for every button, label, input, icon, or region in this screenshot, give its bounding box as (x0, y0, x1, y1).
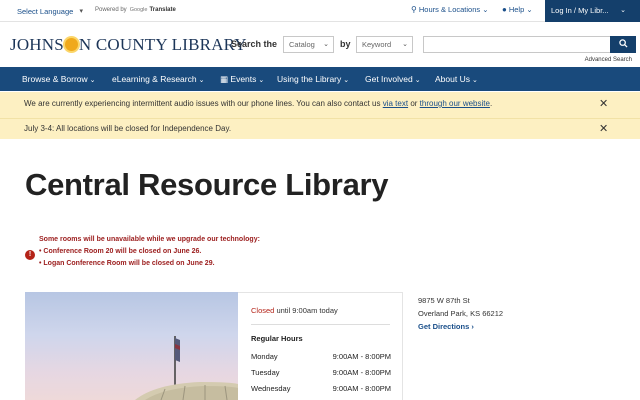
chevron-right-icon: › (471, 322, 474, 331)
language-select-label: Select Language (17, 7, 74, 16)
notice-line: • Conference Room 20 will be closed on J… (39, 248, 202, 255)
nav-label: eLearning & Research (112, 74, 197, 84)
chevron-down-icon: ▾ (79, 8, 83, 15)
nav-get-involved[interactable]: Get Involved ⌄ (365, 67, 421, 91)
keyword-select[interactable]: Keyword ⌄ (356, 36, 413, 53)
hours-locations-link[interactable]: ⚲ Hours & Locations ⌄ (411, 5, 489, 14)
library-address: 9875 W 87th St Overland Park, KS 66212 (418, 294, 503, 320)
nav-label: Using the Library (277, 74, 342, 84)
logo-text-left: JOHNS (10, 35, 64, 54)
nav-label: Events (230, 74, 257, 84)
logo-text-right: N COUNTY LIBRARY (78, 35, 247, 54)
alert-text: We are currently experiencing intermitte… (24, 99, 381, 108)
room-notice: Some rooms will be unavailable while we … (39, 234, 260, 270)
alert-text: . (489, 99, 493, 108)
chevron-down-icon: ⌄ (471, 77, 478, 84)
hours-row: Wednesday 9:00AM - 8:00PM (251, 384, 391, 393)
nav-label: Browse & Borrow (22, 74, 88, 84)
calendar-icon: ▦ (220, 74, 231, 84)
via-text-link[interactable]: via text (383, 99, 408, 108)
help-link[interactable]: ● Help ⌄ (502, 5, 533, 14)
search-label: Search the (231, 39, 278, 49)
hours-row: Monday 9:00AM - 8:00PM (251, 352, 391, 361)
library-building-illustration (135, 336, 238, 400)
main-nav: Browse & Borrow ⌄ eLearning & Research ⌄ ▦… (0, 67, 640, 91)
search-button[interactable] (610, 36, 636, 53)
alert-phone-issues: We are currently experiencing intermitte… (0, 92, 640, 118)
alert-text: or (410, 99, 418, 108)
close-icon[interactable]: ✕ (599, 119, 608, 139)
by-label: by (340, 39, 351, 49)
map-pin-icon: ⚲ (411, 5, 417, 14)
chevron-down-icon: ⌄ (258, 77, 265, 84)
open-status: Closed until 9:00am today (251, 306, 338, 315)
chevron-down-icon: ⌄ (480, 5, 489, 14)
notice-line: Some rooms will be unavailable while we … (39, 236, 260, 243)
powered-by-label: Powered by (95, 7, 127, 13)
powered-by-google-translate: Powered by Google Translate (95, 7, 176, 13)
nav-browse-borrow[interactable]: Browse & Borrow ⌄ (22, 67, 96, 91)
chevron-down-icon: ⌄ (323, 41, 329, 48)
site-header: JOHNS N COUNTY LIBRARY Search the Catalog… (0, 22, 640, 67)
search-icon (618, 39, 628, 48)
chevron-down-icon: ⌄ (402, 41, 408, 48)
get-directions-link[interactable]: Get Directions › (418, 322, 474, 331)
nav-about-us[interactable]: About Us ⌄ (435, 67, 478, 91)
nav-using-library[interactable]: Using the Library ⌄ (277, 67, 349, 91)
keyword-select-value: Keyword (362, 40, 392, 49)
status-badge: Closed (251, 306, 275, 315)
sun-icon (64, 38, 78, 51)
directions-label: Get Directions (418, 322, 470, 331)
chevron-down-icon: ⌄ (198, 77, 205, 84)
address-line: 9875 W 87th St (418, 296, 470, 305)
hours-day: Tuesday (251, 368, 280, 377)
divider (251, 324, 390, 325)
hours-time: 9:00AM - 8:00PM (332, 352, 391, 361)
alert-holiday-closure: July 3-4: All locations will be closed f… (0, 118, 640, 139)
search-input[interactable] (423, 36, 611, 53)
website-link[interactable]: through our website (420, 99, 490, 108)
alert-text: July 3-4: All locations will be closed f… (24, 124, 232, 133)
chevron-down-icon: ⌄ (343, 77, 350, 84)
hours-day: Monday (251, 352, 278, 361)
language-select[interactable]: Select Language ▾ (12, 4, 84, 19)
catalog-select[interactable]: Catalog ⌄ (283, 36, 334, 53)
chevron-down-icon: ⌄ (620, 7, 626, 14)
help-label: Help (508, 5, 525, 14)
hours-row: Tuesday 9:00AM - 8:00PM (251, 368, 391, 377)
address-line: Overland Park, KS 66212 (418, 309, 504, 318)
status-detail: until 9:00am today (276, 306, 338, 315)
library-logo[interactable]: JOHNS N COUNTY LIBRARY (10, 35, 247, 55)
nav-label: Get Involved (365, 74, 413, 84)
nav-events[interactable]: ▦ Events ⌄ (220, 67, 264, 91)
catalog-select-value: Catalog (289, 40, 315, 49)
utility-bar: Select Language ▾ Powered by Google Transl… (0, 0, 640, 22)
login-label: Log In / My Libr... (551, 6, 609, 15)
question-icon: ● (502, 5, 507, 14)
chevron-down-icon: ⌄ (524, 5, 533, 14)
notice-line: • Logan Conference Room will be closed o… (39, 260, 215, 267)
nav-elearning-research[interactable]: eLearning & Research ⌄ (112, 67, 204, 91)
chevron-down-icon: ⌄ (89, 77, 96, 84)
translate-label: Translate (149, 7, 176, 13)
hours-day: Wednesday (251, 384, 291, 393)
hours-heading: Regular Hours (251, 334, 303, 343)
hours-time: 9:00AM - 8:00PM (332, 384, 391, 393)
hours-card: Closed until 9:00am today Regular Hours … (238, 292, 403, 400)
google-logo: Google (129, 7, 148, 13)
hours-locations-label: Hours & Locations (418, 5, 481, 14)
library-photo (25, 292, 238, 400)
chevron-down-icon: ⌄ (414, 77, 421, 84)
alert-icon: ! (25, 250, 35, 260)
login-button[interactable]: Log In / My Libr... ⌄ (545, 0, 640, 22)
close-icon[interactable]: ✕ (599, 92, 608, 116)
page-title: Central Resource Library (25, 167, 389, 202)
hours-time: 9:00AM - 8:00PM (332, 368, 391, 377)
advanced-search-link[interactable]: Advanced Search (585, 57, 632, 63)
nav-label: About Us (435, 74, 470, 84)
